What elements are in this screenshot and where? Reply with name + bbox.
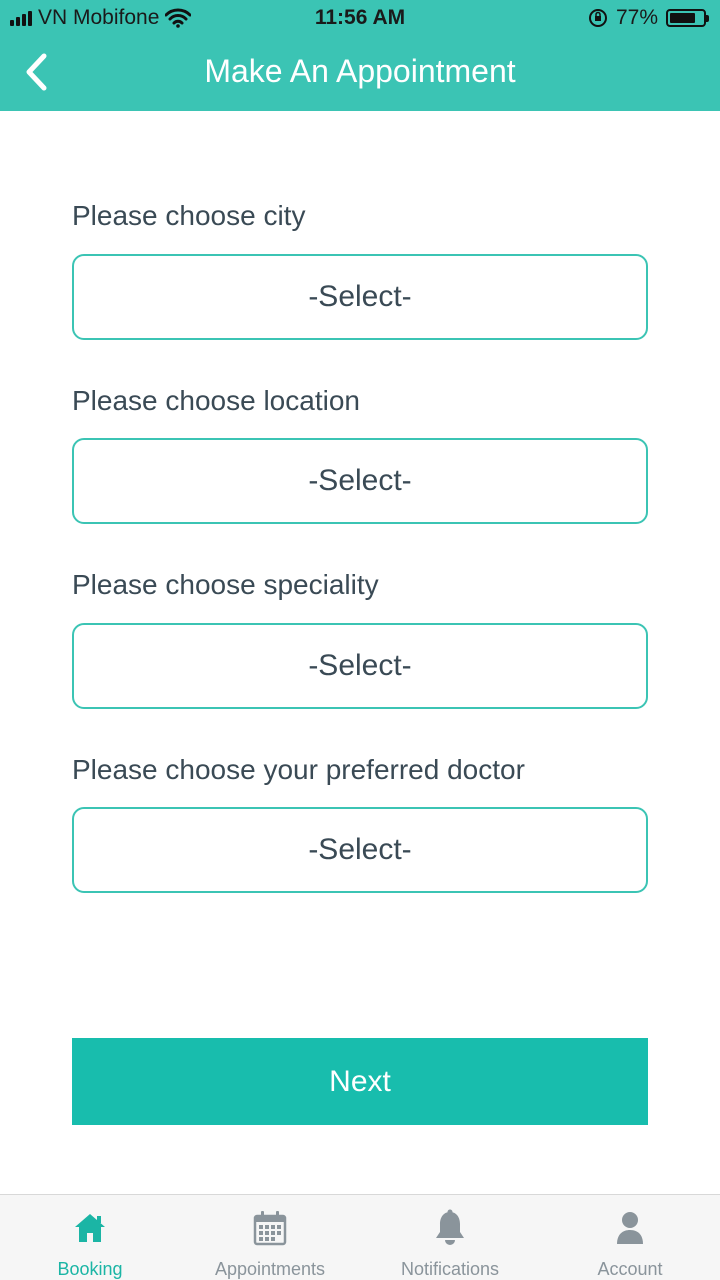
status-bar: VN Mobifone 11:56 AM 77% [0,0,720,36]
tab-bar: Booking Appointments Notifications Accou… [0,1194,720,1280]
tab-booking-label: Booking [57,1259,123,1279]
orientation-lock-icon [588,9,607,27]
city-select[interactable]: -Select- [72,254,648,340]
location-label: Please choose location [72,385,360,416]
title-bar: Make An Appointment [0,36,720,111]
location-select[interactable]: -Select- [72,438,648,524]
tab-notifications-label: Notifications [400,1259,500,1279]
home-icon [75,1214,105,1242]
tab-account-label: Account [597,1259,663,1279]
doctor-select[interactable]: -Select- [72,807,648,893]
next-button[interactable]: Next [72,1038,648,1125]
user-icon [617,1212,643,1244]
battery-percent: 77% [615,6,658,29]
city-label: Please choose city [72,200,306,231]
doctor-label: Please choose your preferred doctor [72,754,525,785]
header: VN Mobifone 11:56 AM 77% Make An Appoint… [0,0,720,111]
tab-appointments[interactable]: Appointments [180,1195,360,1280]
status-right: 77% [588,6,709,30]
battery-icon [666,9,709,27]
speciality-select[interactable]: -Select- [72,623,648,709]
bell-icon [436,1209,464,1245]
page-title: Make An Appointment [204,53,516,89]
tab-appointments-label: Appointments [214,1259,326,1279]
tab-notifications[interactable]: Notifications [360,1195,540,1280]
speciality-label: Please choose speciality [72,569,379,600]
tab-account[interactable]: Account [540,1195,720,1280]
tab-booking[interactable]: Booking [0,1195,180,1280]
app-root: VN Mobifone 11:56 AM 77% Make An Appoint… [0,0,720,1280]
calendar-icon [253,1211,287,1246]
